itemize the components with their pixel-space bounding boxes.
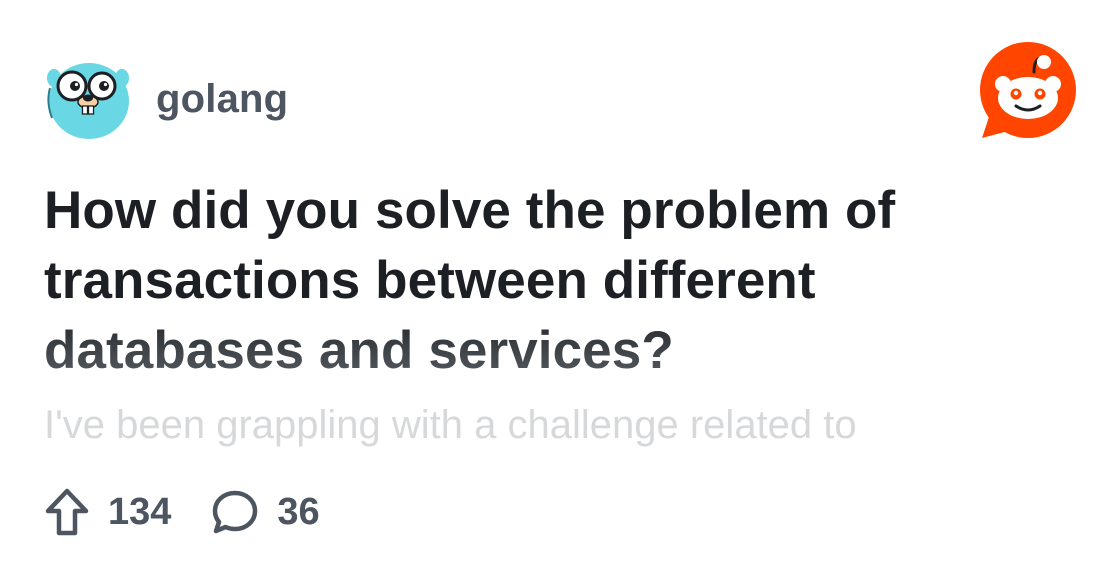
- post-body-preview: I've been grappling with a challenge rel…: [44, 403, 857, 447]
- post-stats: 134 36: [44, 484, 320, 540]
- subreddit-name[interactable]: golang: [156, 79, 288, 119]
- upvote-count: 134: [108, 491, 172, 533]
- post-title[interactable]: How did you solve the problem of transac…: [44, 176, 1044, 386]
- upvote-button[interactable]: 134: [44, 487, 171, 537]
- comment-bubble-icon: [213, 490, 258, 534]
- gopher-icon[interactable]: [44, 58, 132, 140]
- comments-button[interactable]: 36: [211, 489, 320, 535]
- upvote-arrow-icon: [45, 488, 89, 536]
- post-card[interactable]: golang How did you solve the problem of …: [0, 0, 1120, 584]
- reddit-logo-icon[interactable]: [978, 42, 1078, 142]
- post-header: golang: [44, 58, 288, 140]
- comment-count: 36: [277, 491, 320, 533]
